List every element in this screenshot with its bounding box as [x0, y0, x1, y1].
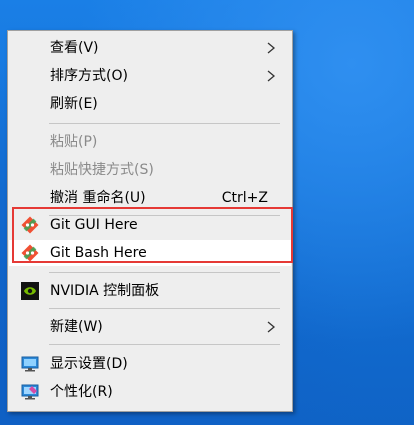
menu-separator — [49, 272, 280, 273]
menu-item-new[interactable]: 新建(W) — [9, 314, 291, 340]
chevron-right-icon — [267, 321, 276, 333]
menu-item-paste[interactable]: 粘贴(P) — [9, 129, 291, 155]
chevron-right-icon — [267, 70, 276, 82]
menu-item-paste-shortcut[interactable]: 粘贴快捷方式(S) — [9, 157, 291, 183]
menu-item-nvidia-control-panel[interactable]: NVIDIA 控制面板 — [9, 278, 291, 304]
annotation-highlight-box — [12, 207, 293, 263]
menu-item-display-settings[interactable]: 显示设置(D) — [9, 351, 291, 377]
personalize-icon — [21, 384, 39, 400]
menu-item-label: 排序方式(O) — [50, 68, 128, 84]
menu-item-sort-by[interactable]: 排序方式(O) — [9, 63, 291, 89]
menu-item-refresh[interactable]: 刷新(E) — [9, 91, 291, 117]
menu-item-personalize[interactable]: 个性化(R) — [9, 379, 291, 405]
menu-item-label: 刷新(E) — [50, 96, 98, 112]
menu-item-label: 查看(V) — [50, 40, 99, 56]
menu-separator — [49, 308, 280, 309]
menu-item-label: 个性化(R) — [50, 384, 113, 400]
menu-separator — [49, 123, 280, 124]
menu-item-label: 新建(W) — [50, 319, 103, 335]
display-settings-icon — [21, 356, 39, 372]
chevron-right-icon — [267, 42, 276, 54]
menu-separator — [49, 344, 280, 345]
menu-item-label: 显示设置(D) — [50, 356, 128, 372]
nvidia-icon — [21, 282, 39, 300]
menu-item-label: 粘贴快捷方式(S) — [50, 162, 154, 178]
menu-item-label: NVIDIA 控制面板 — [50, 283, 160, 299]
menu-item-label: 粘贴(P) — [50, 134, 98, 150]
menu-item-view[interactable]: 查看(V) — [9, 35, 291, 61]
